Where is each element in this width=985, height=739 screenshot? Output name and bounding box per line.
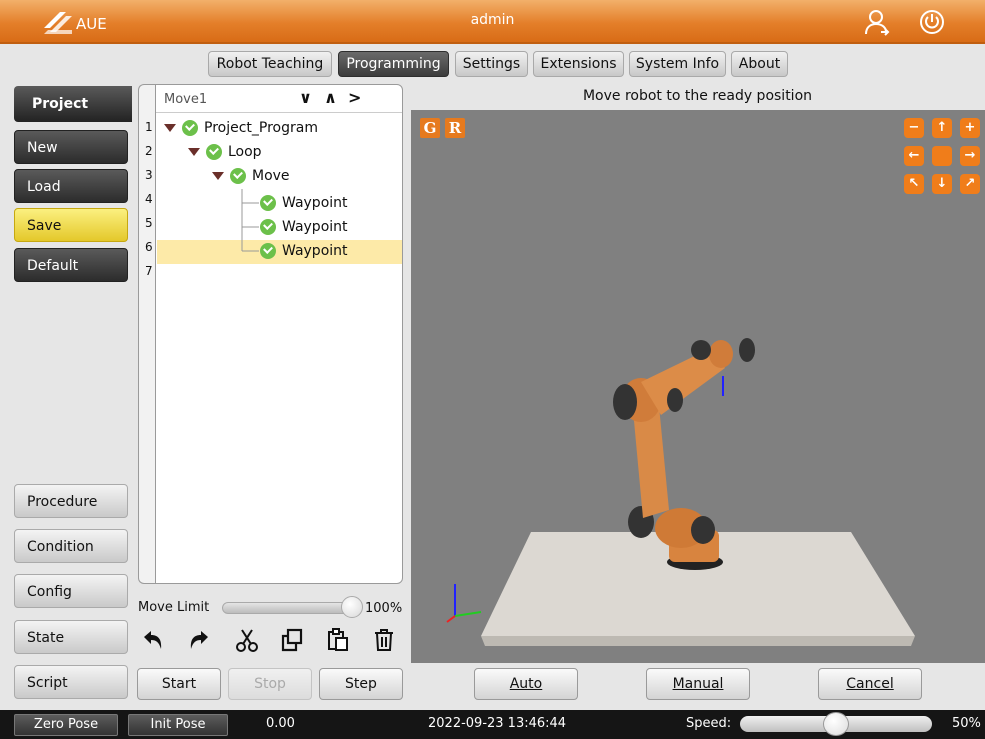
expand-triangle-icon[interactable] [212,172,224,180]
tree-node-waypoint[interactable]: Waypoint [260,215,348,239]
line-number: 5 [145,216,153,230]
expand-triangle-icon[interactable] [188,148,200,156]
rotate-right-icon[interactable]: ↗ [960,174,980,194]
move-limit-label: Move Limit [138,600,210,615]
move-limit-slider-handle[interactable] [341,596,363,618]
program-tree[interactable]: Move1 ∨ ∧ > Project_Program Loop Move Wa… [155,84,403,584]
zoom-in-icon[interactable]: + [960,118,980,138]
tree-node-project-program[interactable]: Project_Program [164,116,318,140]
zero-pose-button[interactable]: Zero Pose [14,714,118,736]
down-arrow-icon[interactable]: ↓ [932,174,952,194]
tab-about[interactable]: About [731,51,788,77]
line-number: 4 [145,192,153,206]
state-button[interactable]: State [14,620,128,654]
stop-button[interactable]: Stop [228,668,312,700]
status-value: 0.00 [266,716,295,731]
script-button[interactable]: Script [14,665,128,699]
check-icon [230,168,246,184]
rotate-left-icon[interactable]: ↖ [904,174,924,194]
cancel-button[interactable]: Cancel [818,668,922,700]
up-arrow-icon[interactable]: ↑ [932,118,952,138]
check-icon [260,243,276,259]
status-datetime: 2022-09-23 13:46:44 [428,716,567,731]
g-button[interactable]: G [420,118,440,138]
center-icon[interactable] [932,146,952,166]
tree-node-loop[interactable]: Loop [188,140,262,164]
zoom-out-icon[interactable]: − [904,118,924,138]
user-icon[interactable] [863,8,891,36]
copy-icon[interactable] [279,627,305,653]
line-number: 6 [145,240,153,254]
move-limit-value: 100% [365,601,403,616]
cut-icon[interactable] [234,627,260,653]
undo-icon[interactable] [140,627,166,653]
tab-settings[interactable]: Settings [455,51,528,77]
speed-value: 50% [952,716,981,731]
r-button[interactable]: R [445,118,465,138]
redo-icon[interactable] [186,627,212,653]
check-icon [260,195,276,211]
tab-robot-teaching[interactable]: Robot Teaching [208,51,332,77]
robot-scene [446,338,915,646]
right-arrow-icon[interactable]: → [960,146,980,166]
delete-icon[interactable] [371,627,397,653]
left-arrow-icon[interactable]: ← [904,146,924,166]
load-button[interactable]: Load [14,169,128,203]
tab-system-info[interactable]: System Info [629,51,726,77]
instruction-text: Move robot to the ready position [582,88,813,104]
power-icon[interactable] [918,8,946,36]
paste-icon[interactable] [325,627,351,653]
line-number-gutter: 1 2 3 4 5 6 7 [138,84,156,584]
tab-programming[interactable]: Programming [338,51,449,77]
robot-3d-viewport[interactable] [411,110,985,663]
tab-extensions[interactable]: Extensions [533,51,624,77]
save-button[interactable]: Save [14,208,128,242]
window-title: admin [470,12,515,28]
procedure-button[interactable]: Procedure [14,484,128,518]
speed-label: Speed: [686,716,732,731]
start-button[interactable]: Start [137,668,221,700]
expand-triangle-icon[interactable] [164,124,176,132]
tree-node-move[interactable]: Move [212,164,290,188]
line-number: 2 [145,144,153,158]
line-number: 7 [145,264,153,278]
new-button[interactable]: New [14,130,128,164]
auto-button[interactable]: Auto [474,668,578,700]
check-icon [260,219,276,235]
tree-node-waypoint[interactable]: Waypoint [260,191,348,215]
tree-node-waypoint-selected[interactable]: Waypoint [260,239,348,263]
line-number: 1 [145,120,153,134]
line-number: 3 [145,168,153,182]
move-limit-slider-track[interactable] [222,602,352,614]
init-pose-button[interactable]: Init Pose [128,714,228,736]
default-button[interactable]: Default [14,248,128,282]
condition-button[interactable]: Condition [14,529,128,563]
speed-slider-handle[interactable] [823,712,849,736]
step-button[interactable]: Step [319,668,403,700]
manual-button[interactable]: Manual [646,668,750,700]
check-icon [182,120,198,136]
config-button[interactable]: Config [14,574,128,608]
check-icon [206,144,222,160]
sidebar-header-project[interactable]: Project [14,86,132,122]
